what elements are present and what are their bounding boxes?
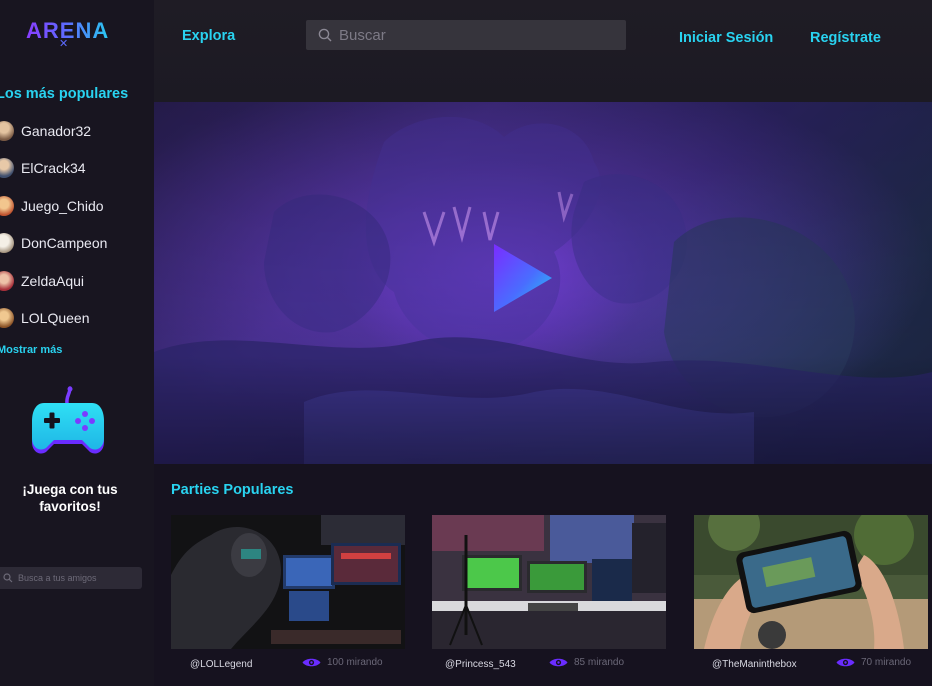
- avatar: [0, 158, 14, 179]
- viewer-count: 85 mirando: [574, 657, 625, 668]
- featured-video[interactable]: [154, 102, 932, 464]
- sidebar-item-user[interactable]: DonCampeon: [0, 225, 107, 263]
- popular-parties-title: Parties Populares: [171, 482, 294, 498]
- user-name: ElCrack34: [21, 160, 86, 177]
- show-more-link[interactable]: Mostrar más: [0, 344, 62, 356]
- party-host-handle: @TheManinthebox: [712, 659, 797, 670]
- party-meta: @LOLLegend 100 mirando: [171, 649, 405, 675]
- promo-text: ¡Juega con tus favoritos!: [22, 482, 118, 514]
- party-thumbnail-image: [694, 515, 928, 649]
- eye-icon: [836, 658, 855, 667]
- party-thumbnail: [432, 515, 666, 649]
- party-card[interactable]: @LOLLegend 100 mirando: [171, 515, 405, 675]
- arena-logo[interactable]: ARENA ✕: [26, 18, 108, 52]
- avatar: [0, 120, 14, 141]
- eye-icon: [302, 658, 321, 667]
- play-icon[interactable]: [492, 242, 554, 314]
- sidebar: ARENA ✕ Los más populares Ganador32 ElCr…: [0, 0, 154, 686]
- user-name: DonCampeon: [21, 235, 108, 252]
- sidebar-item-user[interactable]: Ganador32: [0, 112, 107, 150]
- login-link[interactable]: Iniciar Sesión: [679, 30, 773, 46]
- party-card[interactable]: @TheManinthebox 70 mirando: [694, 515, 928, 675]
- friend-search-box[interactable]: [0, 567, 142, 589]
- eye-icon: [549, 658, 568, 667]
- friend-search-input[interactable]: [18, 573, 133, 583]
- avatar: [0, 195, 14, 216]
- sidebar-item-user[interactable]: LOLQueen: [0, 300, 107, 338]
- party-thumbnail: [171, 515, 405, 649]
- register-link[interactable]: Regístrate: [810, 30, 881, 46]
- party-viewers: 100 mirando: [302, 657, 383, 668]
- party-viewers: 70 mirando: [836, 657, 911, 668]
- search-box[interactable]: [306, 20, 626, 50]
- party-host-handle: @LOLLegend: [190, 659, 253, 670]
- party-meta: @TheManinthebox 70 mirando: [694, 649, 928, 675]
- party-meta: @Princess_543 85 mirando: [432, 649, 666, 675]
- viewer-count: 100 mirando: [327, 657, 383, 668]
- search-icon: [318, 28, 332, 42]
- avatar: [0, 308, 14, 329]
- gamepad-icon: [32, 386, 104, 454]
- user-name: LOLQueen: [21, 310, 90, 327]
- user-name: Juego_Chido: [21, 197, 104, 214]
- sidebar-item-user[interactable]: ElCrack34: [0, 150, 107, 188]
- party-viewers: 85 mirando: [549, 657, 624, 668]
- sidebar-item-user[interactable]: Juego_Chido: [0, 187, 107, 225]
- popular-users-list: Ganador32 ElCrack34 Juego_Chido DonCampe…: [0, 112, 107, 337]
- sidebar-item-user[interactable]: ZeldaAqui: [0, 262, 107, 300]
- avatar: [0, 233, 14, 254]
- user-name: Ganador32: [21, 122, 92, 139]
- top-navbar: Explora Iniciar Sesión Regístrate: [154, 0, 932, 102]
- logo-x-mark: ✕: [59, 38, 69, 50]
- search-input[interactable]: [339, 26, 609, 44]
- search-icon: [3, 573, 13, 583]
- explore-link[interactable]: Explora: [182, 28, 235, 44]
- party-thumbnail-image: [432, 515, 666, 649]
- party-card[interactable]: @Princess_543 85 mirando: [432, 515, 666, 675]
- popular-users-title: Los más populares: [0, 86, 129, 102]
- user-name: ZeldaAqui: [21, 272, 85, 289]
- avatar: [0, 270, 14, 291]
- party-thumbnail: [694, 515, 928, 649]
- party-host-handle: @Princess_543: [445, 659, 516, 670]
- party-thumbnail-image: [171, 515, 405, 649]
- viewer-count: 70 mirando: [861, 657, 912, 668]
